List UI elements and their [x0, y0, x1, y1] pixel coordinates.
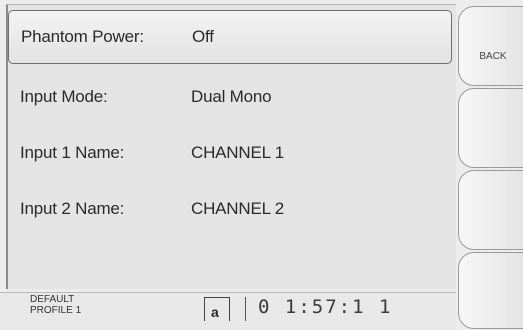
profile-line-2: PROFILE 1	[30, 305, 82, 316]
input-2-name-label: Input 2 Name:	[20, 199, 125, 218]
status-divider	[245, 297, 246, 321]
lock-icon: a	[204, 297, 230, 321]
profile-indicator: DEFAULT PROFILE 1	[30, 294, 81, 316]
softkey-4-button[interactable]	[458, 252, 523, 329]
settings-row-phantom-power[interactable]: Phantom Power: Off	[8, 10, 452, 64]
timecode-display: 0 1:57:1 1	[258, 296, 393, 318]
input-mode-value: Dual Mono	[191, 87, 272, 106]
input-mode-label: Input Mode:	[20, 87, 108, 106]
input-1-name-value: CHANNEL 1	[191, 143, 284, 162]
phantom-power-label: Phantom Power:	[21, 27, 144, 46]
phantom-power-value: Off	[192, 27, 214, 46]
settings-row-input-1-name[interactable]: Input 1 Name: CHANNEL 1	[8, 128, 452, 178]
softkey-2-button[interactable]	[458, 88, 523, 168]
input-2-name-value: CHANNEL 2	[191, 199, 284, 218]
input-1-name-label: Input 1 Name:	[20, 143, 125, 162]
lock-glyph: a	[211, 304, 219, 320]
status-bar: DEFAULT PROFILE 1 a 0 1:57:1 1	[0, 292, 456, 330]
back-label: BACK	[479, 51, 507, 62]
back-button[interactable]: BACK	[458, 6, 523, 86]
profile-line-1: DEFAULT	[30, 294, 75, 305]
softkey-3-button[interactable]	[458, 170, 523, 250]
settings-row-input-2-name[interactable]: Input 2 Name: CHANNEL 2	[8, 184, 452, 234]
settings-row-input-mode[interactable]: Input Mode: Dual Mono	[8, 72, 452, 122]
